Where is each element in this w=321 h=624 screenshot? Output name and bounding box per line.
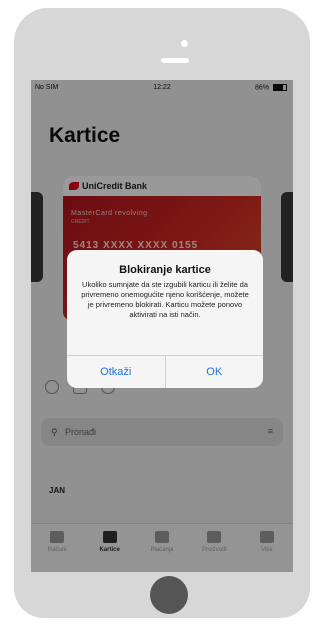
block-card-alert: Blokiranje kartice Ukoliko sumnjate da s… xyxy=(67,250,263,388)
home-button[interactable] xyxy=(150,576,188,614)
alert-message: Ukoliko sumnjate da ste izgubili karticu… xyxy=(81,280,249,319)
cancel-button[interactable]: Otkaži xyxy=(67,356,166,388)
screen: No SIM 12:22 86% Kartice UniCredit Bank … xyxy=(31,80,293,572)
earpiece-speaker xyxy=(161,58,189,63)
alert-title: Blokiranje kartice xyxy=(119,264,211,276)
ok-button[interactable]: OK xyxy=(166,356,264,388)
front-camera xyxy=(181,40,188,47)
alert-buttons: Otkaži OK xyxy=(67,355,263,388)
